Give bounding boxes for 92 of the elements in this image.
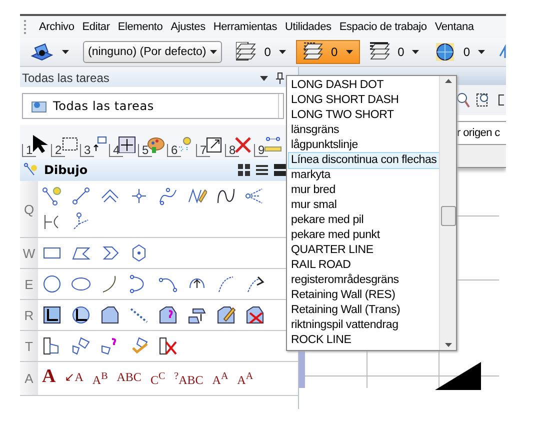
- caret-icon[interactable]: [478, 50, 486, 54]
- text-tool[interactable]: C$^{C}$: [150, 366, 166, 391]
- numbered-tool[interactable]: 3: [80, 133, 106, 157]
- caret-icon[interactable]: [260, 76, 268, 80]
- scrollbar-thumb[interactable]: [441, 206, 456, 226]
- toolbar-dropdown[interactable]: 0: [296, 40, 360, 64]
- numbered-tool[interactable]: 7: [196, 133, 222, 157]
- list-option[interactable]: lågpunktslinje: [289, 138, 439, 153]
- drawing-tool-icon[interactable]: [158, 305, 178, 325]
- triangle-shape: [435, 362, 481, 390]
- list-option[interactable]: QUARTER LINE: [289, 243, 439, 258]
- numbered-tool[interactable]: 6: [167, 133, 193, 157]
- menu-item[interactable]: Elemento: [114, 21, 167, 33]
- task-dropdown[interactable]: Todas las tareas: [22, 93, 284, 119]
- text-tool[interactable]: $^{?}$ABC: [174, 366, 204, 391]
- drawing-tool-icon[interactable]: [216, 305, 236, 325]
- numbered-tool[interactable]: 9: [254, 133, 280, 157]
- list-option[interactable]: markyta: [289, 168, 439, 183]
- menu-item[interactable]: Espacio de trabajo: [335, 21, 431, 33]
- list-view-icon[interactable]: [256, 164, 268, 176]
- scroll-up-icon[interactable]: [444, 79, 452, 83]
- panel-title: Todas las tareas: [22, 71, 110, 85]
- list-option[interactable]: mur smal: [289, 198, 439, 213]
- menu-item[interactable]: Herramientas: [209, 21, 282, 33]
- menu-item[interactable]: Archivo: [35, 21, 78, 33]
- list-option[interactable]: Retaining Wall (Trans): [289, 303, 439, 318]
- section-title: Dibujo: [44, 163, 89, 177]
- toolbar-dropdown[interactable]: 0: [230, 40, 292, 64]
- layers-icon: [370, 42, 390, 62]
- drawing-tool-icon[interactable]: [245, 274, 265, 294]
- menu-item[interactable]: Utilidades: [281, 21, 336, 33]
- menu-item[interactable]: Ajustes: [166, 21, 210, 33]
- section-key: W: [20, 238, 38, 268]
- tool-icon: [116, 135, 137, 153]
- toolbar-dropdown[interactable]: 0: [429, 40, 492, 64]
- pin-icon[interactable]: [276, 72, 284, 84]
- list-option[interactable]: mur bred: [289, 183, 439, 198]
- menu-item[interactable]: Editar: [78, 21, 114, 33]
- list-option[interactable]: registerområdesgräns: [289, 273, 439, 288]
- drawing-tool-icon[interactable]: [245, 305, 265, 325]
- fit-view-icon[interactable]: [498, 92, 504, 108]
- list-option[interactable]: Retaining Wall (RES): [289, 288, 439, 303]
- drawing-tool-icon[interactable]: [71, 305, 91, 325]
- level-dropdown[interactable]: (ninguno) (Por defecto): [83, 41, 222, 63]
- text-tool[interactable]: A: [42, 366, 56, 391]
- tool-icon[interactable]: [499, 44, 506, 60]
- text-tool[interactable]: A$^{B}$: [92, 366, 108, 391]
- caret-icon[interactable]: [412, 50, 420, 54]
- list-option[interactable]: Línea discontinua con flechas: [289, 153, 439, 168]
- numbered-tool[interactable]: 2: [51, 133, 77, 157]
- drawing-tool-icon[interactable]: [216, 186, 236, 206]
- caret-icon[interactable]: [346, 50, 353, 54]
- text-tool[interactable]: A$^{A}$: [212, 366, 228, 391]
- drawing-tool-icon[interactable]: [42, 305, 62, 325]
- numbered-tool[interactable]: 1: [22, 133, 48, 157]
- layers-icon: [236, 42, 256, 62]
- list-option[interactable]: riktningspil vattendrag: [289, 318, 439, 333]
- list-option[interactable]: LONG TWO SHORT: [289, 108, 439, 123]
- layers-icon: [302, 42, 323, 62]
- menu-item[interactable]: Ventana: [430, 21, 478, 33]
- layer-icon[interactable]: [30, 42, 54, 62]
- numbered-tool[interactable]: 5: [138, 133, 164, 157]
- list-option[interactable]: länsgräns: [289, 123, 439, 138]
- caret-icon[interactable]: [62, 50, 69, 54]
- list-option[interactable]: pekare med punkt: [289, 228, 439, 243]
- caret-icon[interactable]: [278, 50, 286, 54]
- grid-view-icon[interactable]: [238, 164, 250, 176]
- text-tool[interactable]: A$^{A}$: [237, 366, 254, 391]
- list-option[interactable]: ROCK LINE: [289, 333, 439, 348]
- list-option[interactable]: LONG SHORT DASH: [289, 93, 439, 108]
- section-key: A: [20, 362, 38, 395]
- caret-icon[interactable]: [210, 50, 218, 54]
- input-field[interactable]: r origen c: [457, 121, 506, 145]
- scroll-down-icon[interactable]: [444, 343, 452, 347]
- globe-icon: [435, 42, 456, 62]
- drawing-tool-icon[interactable]: [100, 305, 120, 325]
- drawing-tool-icon: [24, 163, 38, 177]
- section-key: R: [20, 300, 38, 330]
- zoom-out-icon[interactable]: [456, 92, 470, 108]
- text-tool[interactable]: ↙A: [64, 366, 84, 391]
- text-tool[interactable]: ABC: [116, 366, 142, 391]
- section-key: T: [20, 331, 38, 361]
- numbered-tool[interactable]: 4: [109, 133, 135, 157]
- toolbar-dropdown[interactable]: 0: [364, 40, 426, 64]
- section-key: Q: [20, 181, 38, 237]
- list-option[interactable]: pekare med pil: [289, 213, 439, 228]
- numbered-tool[interactable]: 8: [225, 133, 251, 157]
- drawing-tool-icon[interactable]: [158, 336, 178, 356]
- list-option[interactable]: RAIL ROAD: [289, 258, 439, 273]
- section-key: E: [20, 269, 38, 299]
- tasks-icon: [31, 99, 47, 113]
- list-option[interactable]: LONG DASH DOT: [289, 78, 439, 93]
